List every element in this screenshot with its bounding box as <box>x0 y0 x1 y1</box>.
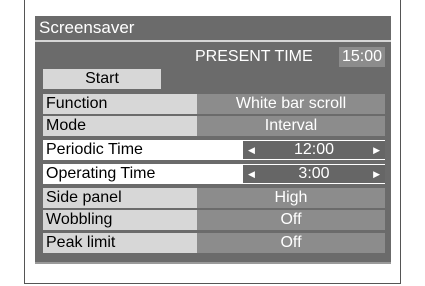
mode-label: Mode <box>43 116 197 136</box>
side-panel-value[interactable]: High <box>197 188 385 208</box>
present-time-value: 15:00 <box>339 47 385 67</box>
wobbling-value[interactable]: Off <box>197 210 385 230</box>
wobbling-row[interactable]: Wobbling Off <box>43 210 385 230</box>
arrow-left-icon[interactable]: ◀ <box>248 141 255 159</box>
wobbling-label: Wobbling <box>43 210 197 230</box>
menu-frame: Screensaver PRESENT TIME 15:00 Start Fun… <box>24 0 401 284</box>
screensaver-menu: Screensaver PRESENT TIME 15:00 Start Fun… <box>35 16 391 264</box>
function-row[interactable]: Function White bar scroll <box>43 94 385 114</box>
periodic-time-value: 12:00 <box>293 141 335 158</box>
function-label: Function <box>43 94 197 114</box>
side-panel-label: Side panel <box>43 188 197 208</box>
start-button[interactable]: Start <box>43 69 161 89</box>
peak-limit-row[interactable]: Peak limit Off <box>43 233 385 253</box>
arrow-left-icon[interactable]: ◀ <box>248 165 255 183</box>
mode-row[interactable]: Mode Interval <box>43 116 385 136</box>
periodic-time-value-box[interactable]: ◀ 12:00 ▶ <box>243 141 385 159</box>
function-value[interactable]: White bar scroll <box>197 94 385 114</box>
operating-time-row[interactable]: Operating Time ◀ 3:00 ▶ <box>43 164 385 184</box>
peak-limit-label: Peak limit <box>43 233 197 253</box>
operating-time-value: 3:00 <box>298 165 330 182</box>
operating-time-value-box[interactable]: ◀ 3:00 ▶ <box>243 165 385 183</box>
periodic-time-row[interactable]: Periodic Time ◀ 12:00 ▶ <box>43 140 385 160</box>
operating-time-field[interactable]: ◀ 3:00 ▶ <box>243 164 385 184</box>
periodic-time-field[interactable]: ◀ 12:00 ▶ <box>243 140 385 160</box>
mode-value[interactable]: Interval <box>197 116 385 136</box>
periodic-time-label: Periodic Time <box>43 140 243 160</box>
arrow-right-icon[interactable]: ▶ <box>373 165 380 183</box>
menu-title: Screensaver <box>35 16 391 42</box>
peak-limit-value[interactable]: Off <box>197 233 385 253</box>
present-time-label: PRESENT TIME <box>195 48 313 65</box>
arrow-right-icon[interactable]: ▶ <box>373 141 380 159</box>
operating-time-label: Operating Time <box>43 164 243 184</box>
side-panel-row[interactable]: Side panel High <box>43 188 385 208</box>
